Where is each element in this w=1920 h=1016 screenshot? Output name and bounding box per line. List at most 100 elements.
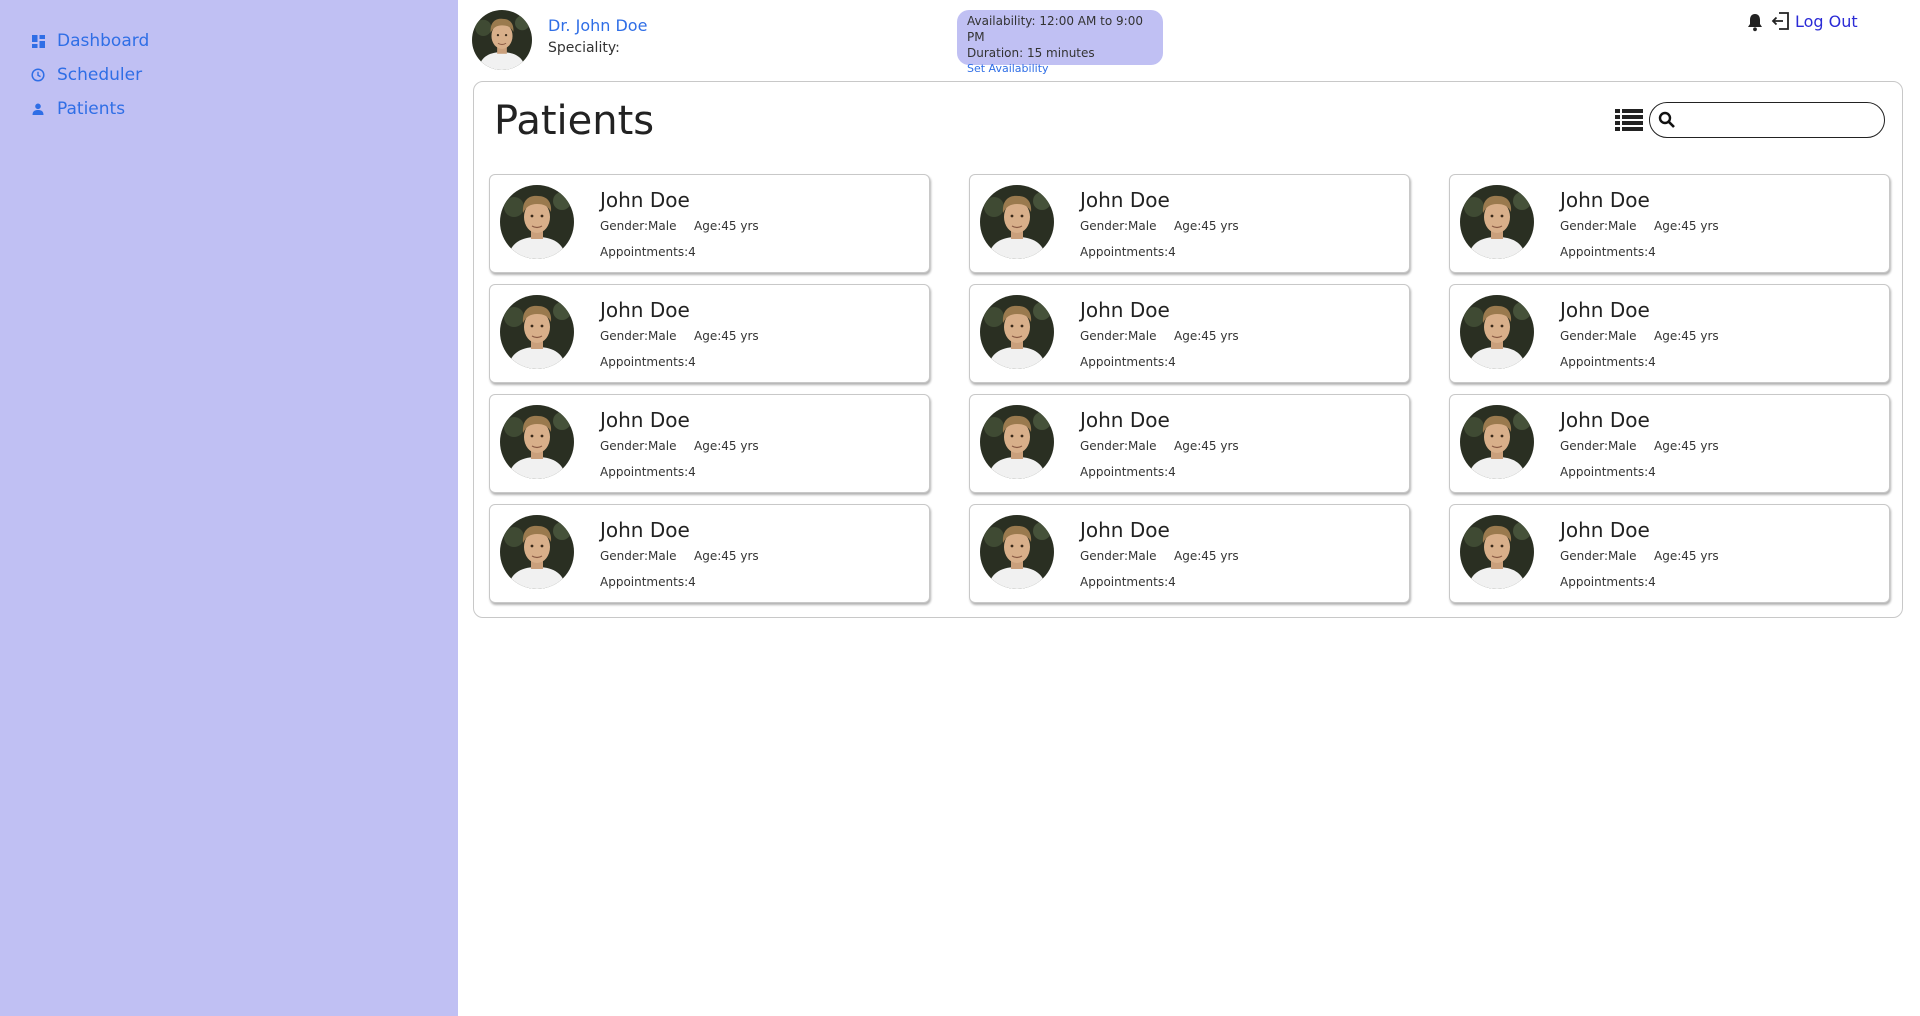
patient-appointments: Appointments:4 bbox=[1560, 355, 1656, 369]
patient-avatar bbox=[980, 295, 1054, 369]
doctor-name[interactable]: Dr. John Doe bbox=[548, 16, 647, 35]
patient-card[interactable]: John Doe Gender:Male Age:45 yrs Appointm… bbox=[489, 394, 930, 493]
patient-gender: Gender:Male bbox=[1560, 549, 1637, 563]
patient-gender: Gender:Male bbox=[1560, 329, 1637, 343]
patient-age: Age:45 yrs bbox=[1174, 329, 1239, 343]
patient-avatar bbox=[500, 515, 574, 589]
patient-age: Age:45 yrs bbox=[694, 219, 759, 233]
page-title: Patients bbox=[494, 98, 655, 144]
patient-appointments: Appointments:4 bbox=[1560, 575, 1656, 589]
app-root: Dashboard Scheduler Patients Dr. John Do… bbox=[0, 0, 1920, 1016]
patient-card[interactable]: John Doe Gender:Male Age:45 yrs Appointm… bbox=[1449, 174, 1890, 273]
patient-avatar bbox=[1460, 295, 1534, 369]
dashboard-icon bbox=[30, 33, 46, 49]
list-view-icon[interactable] bbox=[1615, 107, 1643, 131]
patient-appointments: Appointments:4 bbox=[1080, 465, 1176, 479]
duration-text: Duration: 15 minutes bbox=[967, 46, 1095, 60]
patient-name: John Doe bbox=[1080, 188, 1170, 212]
patient-gender: Gender:Male bbox=[1080, 219, 1157, 233]
patient-card[interactable]: John Doe Gender:Male Age:45 yrs Appointm… bbox=[969, 394, 1410, 493]
patient-name: John Doe bbox=[1560, 408, 1650, 432]
patient-age: Age:45 yrs bbox=[694, 439, 759, 453]
patient-appointments: Appointments:4 bbox=[1080, 245, 1176, 259]
patient-card[interactable]: John Doe Gender:Male Age:45 yrs Appointm… bbox=[969, 174, 1410, 273]
patient-age: Age:45 yrs bbox=[1654, 219, 1719, 233]
patient-appointments: Appointments:4 bbox=[600, 245, 696, 259]
clock-icon bbox=[30, 67, 46, 83]
availability-box: Availability: 12:00 AM to 9:00 PM Durati… bbox=[957, 10, 1163, 75]
patient-age: Age:45 yrs bbox=[1174, 439, 1239, 453]
patient-name: John Doe bbox=[600, 408, 690, 432]
patient-gender: Gender:Male bbox=[600, 439, 677, 453]
patient-name: John Doe bbox=[1560, 188, 1650, 212]
logout-label: Log Out bbox=[1795, 11, 1858, 31]
patient-grid: John Doe Gender:Male Age:45 yrs Appointm… bbox=[489, 174, 1890, 603]
patient-card[interactable]: John Doe Gender:Male Age:45 yrs Appointm… bbox=[969, 504, 1410, 603]
patient-age: Age:45 yrs bbox=[1174, 549, 1239, 563]
patient-gender: Gender:Male bbox=[600, 329, 677, 343]
patient-name: John Doe bbox=[1560, 298, 1650, 322]
patients-panel: Patients John Doe Gender:Male Age:45 yrs… bbox=[473, 81, 1903, 618]
patient-avatar bbox=[980, 515, 1054, 589]
patient-gender: Gender:Male bbox=[1080, 439, 1157, 453]
patient-avatar bbox=[1460, 405, 1534, 479]
patient-name: John Doe bbox=[600, 298, 690, 322]
patient-card[interactable]: John Doe Gender:Male Age:45 yrs Appointm… bbox=[1449, 504, 1890, 603]
patient-avatar bbox=[1460, 515, 1534, 589]
patient-age: Age:45 yrs bbox=[1174, 219, 1239, 233]
patient-appointments: Appointments:4 bbox=[1080, 355, 1176, 369]
patient-gender: Gender:Male bbox=[1080, 549, 1157, 563]
search-icon bbox=[1658, 111, 1676, 129]
logout-icon bbox=[1770, 10, 1792, 32]
patient-avatar bbox=[500, 185, 574, 259]
patient-appointments: Appointments:4 bbox=[600, 355, 696, 369]
sidebar-item-label: Dashboard bbox=[57, 31, 150, 51]
patient-card[interactable]: John Doe Gender:Male Age:45 yrs Appointm… bbox=[489, 174, 930, 273]
patient-gender: Gender:Male bbox=[600, 549, 677, 563]
patient-age: Age:45 yrs bbox=[694, 329, 759, 343]
person-icon bbox=[30, 101, 46, 117]
patient-age: Age:45 yrs bbox=[1654, 549, 1719, 563]
patient-appointments: Appointments:4 bbox=[1560, 465, 1656, 479]
patient-gender: Gender:Male bbox=[1560, 439, 1637, 453]
patient-age: Age:45 yrs bbox=[694, 549, 759, 563]
patient-avatar bbox=[980, 185, 1054, 259]
patient-name: John Doe bbox=[1080, 408, 1170, 432]
patient-age: Age:45 yrs bbox=[1654, 439, 1719, 453]
search-box[interactable] bbox=[1649, 102, 1885, 138]
patient-avatar bbox=[1460, 185, 1534, 259]
patient-card[interactable]: John Doe Gender:Male Age:45 yrs Appointm… bbox=[1449, 394, 1890, 493]
patient-name: John Doe bbox=[600, 188, 690, 212]
patient-gender: Gender:Male bbox=[1560, 219, 1637, 233]
set-availability-link[interactable]: Set Availability bbox=[967, 61, 1153, 77]
patient-name: John Doe bbox=[1080, 518, 1170, 542]
doctor-avatar[interactable] bbox=[472, 10, 532, 70]
patient-avatar bbox=[500, 405, 574, 479]
patient-card[interactable]: John Doe Gender:Male Age:45 yrs Appointm… bbox=[489, 504, 930, 603]
patient-gender: Gender:Male bbox=[600, 219, 677, 233]
patient-name: John Doe bbox=[600, 518, 690, 542]
patient-name: John Doe bbox=[1560, 518, 1650, 542]
doctor-speciality: Speciality: bbox=[548, 40, 620, 56]
sidebar-item-label: Scheduler bbox=[57, 65, 143, 85]
sidebar: Dashboard Scheduler Patients bbox=[0, 0, 458, 1016]
patient-avatar bbox=[980, 405, 1054, 479]
patient-card[interactable]: John Doe Gender:Male Age:45 yrs Appointm… bbox=[969, 284, 1410, 383]
sidebar-item-label: Patients bbox=[57, 99, 126, 119]
logout-button[interactable]: Log Out bbox=[1770, 10, 1858, 32]
patient-appointments: Appointments:4 bbox=[600, 465, 696, 479]
patient-card[interactable]: John Doe Gender:Male Age:45 yrs Appointm… bbox=[489, 284, 930, 383]
patient-age: Age:45 yrs bbox=[1654, 329, 1719, 343]
search-input[interactable] bbox=[1680, 111, 1874, 129]
patient-appointments: Appointments:4 bbox=[1080, 575, 1176, 589]
patient-name: John Doe bbox=[1080, 298, 1170, 322]
bell-icon[interactable] bbox=[1745, 12, 1765, 32]
patient-card[interactable]: John Doe Gender:Male Age:45 yrs Appointm… bbox=[1449, 284, 1890, 383]
availability-text: Availability: 12:00 AM to 9:00 PM bbox=[967, 14, 1143, 44]
sidebar-item-scheduler[interactable]: Scheduler bbox=[30, 65, 142, 85]
sidebar-item-dashboard[interactable]: Dashboard bbox=[30, 31, 149, 51]
patient-appointments: Appointments:4 bbox=[1560, 245, 1656, 259]
patient-gender: Gender:Male bbox=[1080, 329, 1157, 343]
sidebar-item-patients[interactable]: Patients bbox=[30, 99, 125, 119]
patient-avatar bbox=[500, 295, 574, 369]
